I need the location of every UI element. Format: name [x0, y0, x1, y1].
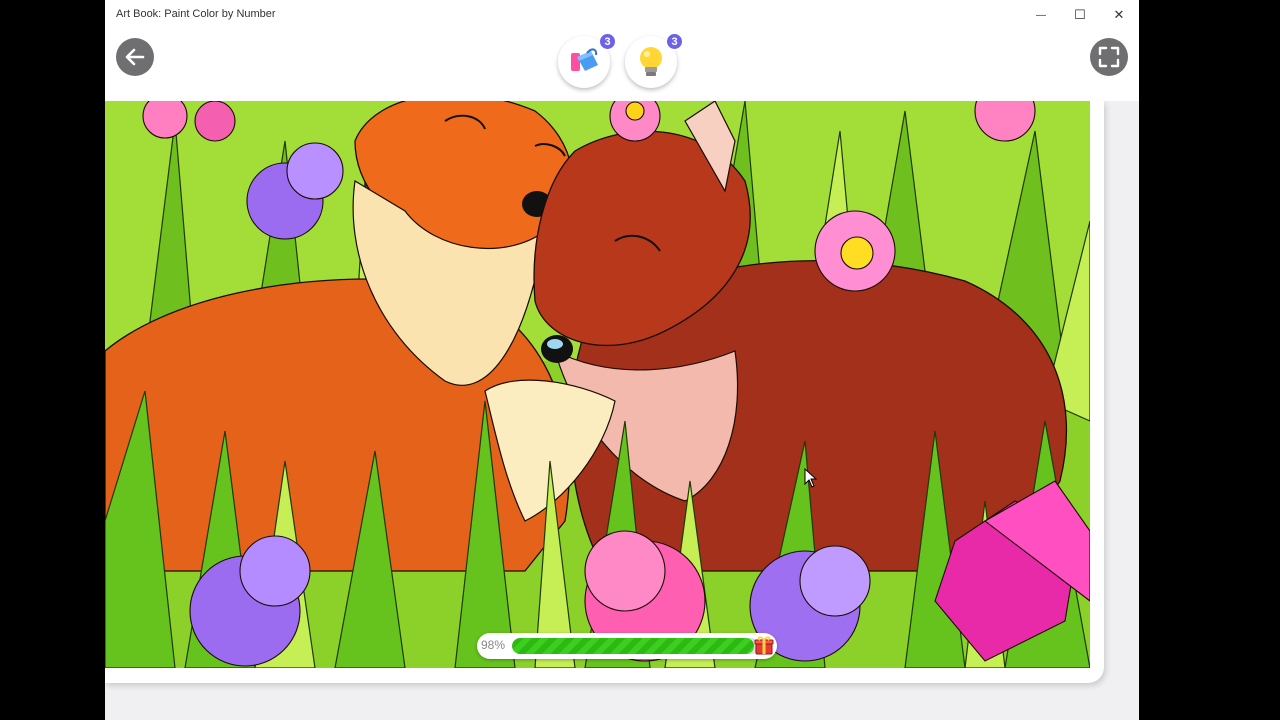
- mouse-cursor-icon: [804, 468, 818, 488]
- minimize-button[interactable]: —: [1021, 0, 1061, 30]
- window-title: Art Book: Paint Color by Number: [116, 8, 276, 20]
- title-bar: Art Book: Paint Color by Number — ☐ ✕: [105, 0, 1139, 30]
- progress-percent-label: 98%: [481, 638, 506, 652]
- close-icon: ✕: [1113, 7, 1125, 22]
- coloring-artwork: [105, 101, 1090, 668]
- app-window: Art Book: Paint Color by Number — ☐ ✕ 3: [105, 0, 1139, 720]
- lightbulb-hint-icon: [640, 47, 662, 76]
- top-toolbar: 3 3: [105, 30, 1139, 101]
- paint-bucket-count-badge: 3: [598, 32, 617, 51]
- hint-count-badge: 3: [665, 32, 684, 51]
- fullscreen-button[interactable]: [1090, 38, 1128, 76]
- progress-track: [512, 638, 759, 654]
- close-window-button[interactable]: ✕: [1099, 0, 1139, 30]
- back-button[interactable]: [116, 38, 154, 76]
- progress-fill: [512, 638, 755, 654]
- progress-bar: 98%: [477, 633, 777, 659]
- gift-icon[interactable]: [753, 634, 775, 656]
- maximize-icon: ☐: [1074, 7, 1086, 22]
- arrow-left-icon: [125, 48, 145, 66]
- hint-booster[interactable]: 3: [625, 32, 684, 88]
- coloring-canvas[interactable]: [105, 101, 1090, 668]
- expand-icon: [1098, 46, 1120, 68]
- paint-bucket-booster[interactable]: 3: [558, 32, 617, 88]
- minimize-icon: —: [1036, 9, 1046, 21]
- maximize-button[interactable]: ☐: [1060, 0, 1100, 30]
- paint-bucket-icon: [571, 48, 598, 71]
